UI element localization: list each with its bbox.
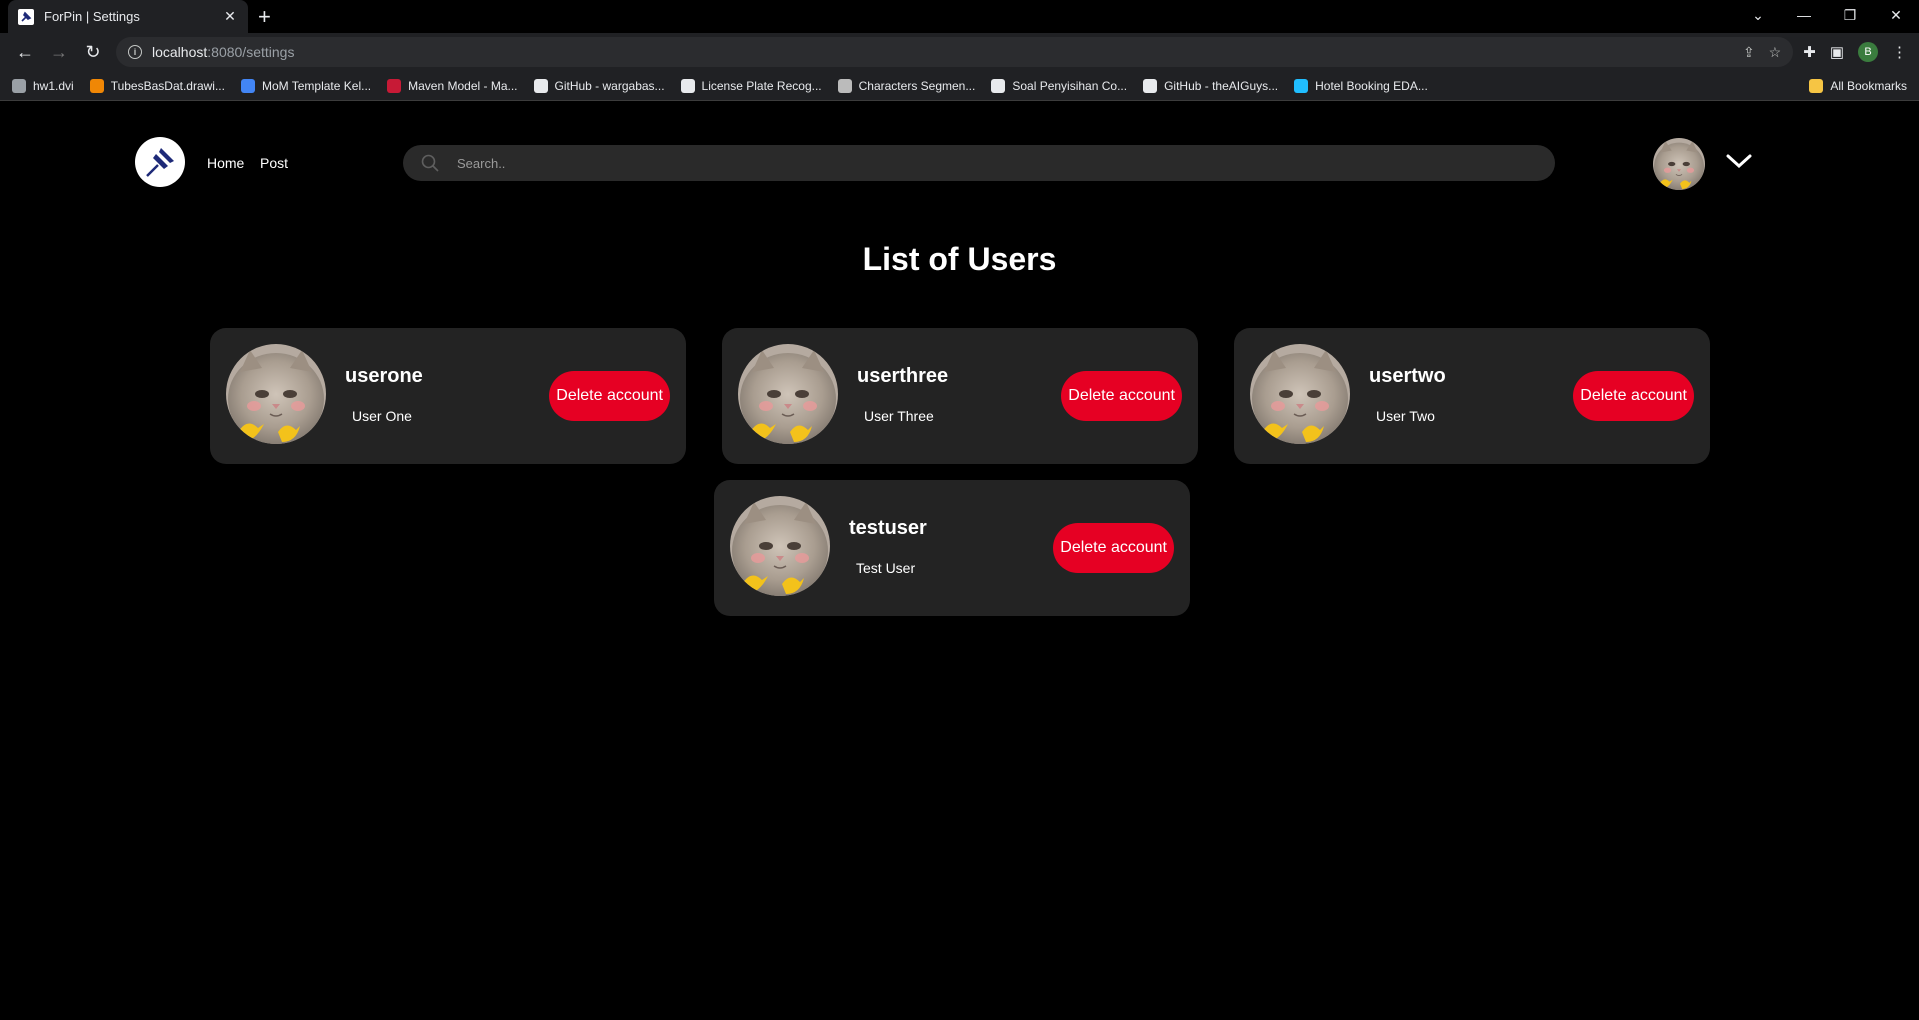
bookmark-favicon-icon <box>240 78 255 93</box>
bookmark-label: Characters Segmen... <box>858 78 976 93</box>
nav-post-link[interactable]: Post <box>260 155 288 171</box>
profile-avatar[interactable]: B <box>1858 42 1878 62</box>
cat-avatar-image <box>730 496 830 596</box>
pin-favicon-icon <box>18 8 34 25</box>
back-icon[interactable]: ← <box>8 42 42 63</box>
cat-avatar-image <box>1250 344 1350 444</box>
user-avatar <box>730 496 830 596</box>
user-avatar <box>1250 344 1350 444</box>
cat-avatar-image <box>738 344 838 444</box>
user-card: testuser Test User Delete account <box>714 480 1190 616</box>
username: testuser <box>849 517 927 539</box>
bookmark-favicon-icon <box>89 78 104 93</box>
user-avatar <box>226 344 326 444</box>
close-window-icon[interactable]: ✕ <box>1873 0 1919 30</box>
reload-icon[interactable]: ↻ <box>76 42 110 63</box>
bookmark-item[interactable]: Hotel Booking EDA... <box>1294 78 1428 93</box>
bookmark-favicon-icon <box>12 78 26 93</box>
tab-close-icon[interactable]: ✕ <box>222 8 238 25</box>
bookmark-star-icon[interactable]: ☆ <box>1769 44 1782 61</box>
bookmark-item[interactable]: hw1.dvi <box>12 78 74 93</box>
username: userthree <box>857 365 949 387</box>
minimize-icon[interactable]: — <box>1781 0 1827 30</box>
search-bar[interactable] <box>403 145 1555 181</box>
bookmark-item[interactable]: License Plate Recog... <box>680 78 822 93</box>
bookmark-label: Hotel Booking EDA... <box>1315 78 1428 93</box>
search-icon <box>421 154 439 172</box>
tab-title: ForPin | Settings <box>44 9 140 24</box>
nav-home-link[interactable]: Home <box>207 155 244 171</box>
browser-toolbar: ← → ↻ i localhost :8080/settings ⇪ ☆ ✚ ▣… <box>0 33 1919 71</box>
search-input[interactable] <box>457 155 1478 171</box>
cat-avatar-image <box>1653 138 1705 190</box>
all-bookmarks-label: All Bookmarks <box>1830 78 1907 93</box>
bookmark-item[interactable]: Soal Penyisihan Co... <box>991 78 1128 93</box>
bookmark-favicon-icon <box>837 78 852 93</box>
page: Home Post List of Users userone User One D… <box>0 101 1919 1020</box>
bookmark-item[interactable]: GitHub - wargabas... <box>533 78 665 93</box>
window-controls: ⌄ — ❐ ✕ <box>1735 0 1919 30</box>
bookmark-item[interactable]: MoM Template Kel... <box>240 78 372 93</box>
user-fullname: Test User <box>856 560 916 576</box>
user-avatar <box>738 344 838 444</box>
bookmark-label: Maven Model - Ma... <box>408 78 518 93</box>
bookmark-item[interactable]: TubesBasDat.drawi... <box>89 78 225 93</box>
url-host: localhost <box>152 44 208 60</box>
chevron-down-icon[interactable] <box>1725 151 1753 171</box>
url-path: :8080/settings <box>207 44 295 60</box>
bookmark-favicon-icon <box>1294 78 1309 93</box>
bookmark-item[interactable]: Maven Model - Ma... <box>387 78 518 93</box>
forward-icon[interactable]: → <box>42 42 76 63</box>
all-bookmarks[interactable]: All Bookmarks <box>1809 78 1907 93</box>
folder-icon <box>1809 78 1824 93</box>
delete-account-button[interactable]: Delete account <box>1053 523 1174 573</box>
browser-tabstrip: ForPin | Settings ✕ + ⌄ — ❐ ✕ <box>0 0 1919 33</box>
bookmark-item[interactable]: GitHub - theAIGuys... <box>1143 78 1279 93</box>
tab-search-icon[interactable]: ⌄ <box>1735 0 1781 30</box>
username: userone <box>345 365 423 387</box>
page-title: List of Users <box>862 241 1057 277</box>
bookmark-favicon-icon <box>533 78 548 93</box>
site-info-icon[interactable]: i <box>128 45 142 59</box>
new-tab-icon[interactable]: + <box>258 4 271 30</box>
forpin-logo[interactable] <box>135 137 185 187</box>
bookmark-label: Soal Penyisihan Co... <box>1012 78 1128 93</box>
user-fullname: User One <box>352 408 412 424</box>
browser-tab[interactable]: ForPin | Settings ✕ <box>8 0 248 33</box>
bookmark-label: MoM Template Kel... <box>261 78 372 93</box>
user-card: userthree User Three Delete account <box>722 328 1198 464</box>
bookmark-favicon-icon <box>991 78 1006 93</box>
restore-icon[interactable]: ❐ <box>1827 0 1873 30</box>
user-card: userone User One Delete account <box>210 328 686 464</box>
user-card: usertwo User Two Delete account <box>1234 328 1710 464</box>
share-icon[interactable]: ⇪ <box>1743 44 1755 61</box>
delete-account-button[interactable]: Delete account <box>1061 371 1182 421</box>
pushpin-icon <box>146 148 174 177</box>
side-panel-icon[interactable]: ▣ <box>1830 43 1844 61</box>
bookmark-label: GitHub - theAIGuys... <box>1164 78 1279 93</box>
cat-avatar-image <box>226 344 326 444</box>
bookmark-label: hw1.dvi <box>33 78 74 93</box>
extensions-icon[interactable]: ✚ <box>1803 43 1816 61</box>
bookmark-item[interactable]: Characters Segmen... <box>837 78 976 93</box>
bookmark-label: TubesBasDat.drawi... <box>110 78 225 93</box>
bookmark-favicon-icon <box>387 78 402 93</box>
bookmark-label: License Plate Recog... <box>701 78 822 93</box>
user-avatar[interactable] <box>1653 138 1705 190</box>
menu-kebab-icon[interactable]: ⋮ <box>1892 43 1907 61</box>
bookmark-favicon-icon <box>680 78 695 93</box>
bookmark-favicon-icon <box>1143 78 1158 93</box>
bookmark-label: GitHub - wargabas... <box>554 78 665 93</box>
site-header: Home Post <box>135 137 1759 187</box>
bookmarks-bar: hw1.dvi TubesBasDat.drawi... MoM Template … <box>0 71 1919 101</box>
user-fullname: User Two <box>1376 408 1435 424</box>
username: usertwo <box>1369 365 1446 387</box>
address-bar[interactable]: i localhost :8080/settings ⇪ ☆ <box>116 37 1794 67</box>
delete-account-button[interactable]: Delete account <box>549 371 670 421</box>
delete-account-button[interactable]: Delete account <box>1573 371 1694 421</box>
user-fullname: User Three <box>864 408 934 424</box>
